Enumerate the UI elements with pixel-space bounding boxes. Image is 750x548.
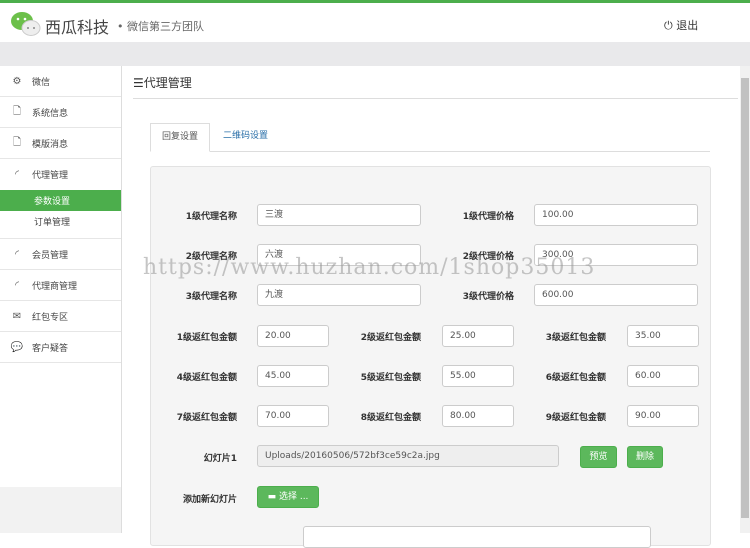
rss-icon: ◜ [15,248,19,260]
agent-price-input[interactable]: 100.00 [534,204,698,226]
tab-reply-settings[interactable]: 回复设置 [150,123,211,152]
divider [133,98,738,99]
choose-file-button[interactable]: ▬ 选择 ... [257,486,319,508]
agent-price-label: 1级代理价格 [462,212,514,222]
slide-label: 幻灯片1 [203,454,237,464]
sidebar-label: 微信 [32,77,51,88]
slide-path-input: Uploads/20160506/572bf3ce59c2a.jpg [257,445,559,467]
sidebar-item-agent-mgmt[interactable]: ◜ 代理管理 [0,159,121,190]
agent-name-label: 1级代理名称 [185,212,237,222]
wechat-logo-icon [11,12,41,36]
sidebar-label: 模版消息 [32,139,69,150]
agent-price-input[interactable]: 300.00 [534,244,698,266]
choose-label: 选择 ... [278,492,309,502]
file-icon: 🗋 [12,136,22,148]
gears-icon: ⚙ [12,75,22,87]
tab-qrcode-settings[interactable]: 二维码设置 [212,123,279,152]
sidebar-item-redpacket[interactable]: ✉ 红包专区 [0,301,121,332]
page-title-text: 代理管理 [143,76,192,90]
rebate-label: 5级返红包金额 [360,373,421,383]
sidebar-item-wechat[interactable]: ⚙ 微信 [0,66,121,97]
agent-price-label: 3级代理价格 [462,292,514,302]
sidebar-item-system-info[interactable]: 🗋 系统信息 [0,97,121,128]
rebate-label: 3级返红包金额 [545,333,606,343]
sidebar: ⚙ 微信 🗋 系统信息 🗋 模版消息 ◜ 代理管理 参数设置 订单管理 ◜ 会员管理 ◜ 代… [0,66,122,533]
toolbar-band [0,42,750,66]
envelope-icon: ✉ [12,310,22,322]
add-slide-label: 添加新幻灯片 [182,495,237,505]
sidebar-item-faq[interactable]: 💬 客户疑答 [0,332,121,363]
sidebar-item-template-msg[interactable]: 🗋 模版消息 [0,128,121,159]
sidebar-label: 代理商管理 [32,281,78,292]
logout-label: 退出 [676,19,699,32]
main-content: ☰代理管理 回复设置 二维码设置 1级代理名称 三渡 1级代理价格 100.00 2级代… [123,66,740,548]
file-icon: 🗋 [12,105,22,117]
sidebar-item-members[interactable]: ◜ 会员管理 [0,239,121,270]
rebate-label: 1级返红包金额 [176,333,237,343]
rebate-label: 2级返红包金额 [360,333,421,343]
rebate-input[interactable]: 90.00 [627,405,699,427]
agent-name-input[interactable]: 九渡 [257,284,421,306]
rebate-label: 6级返红包金额 [545,373,606,383]
scrollbar-thumb[interactable] [741,78,749,518]
agent-name-input[interactable]: 三渡 [257,204,421,226]
rss-icon: ◜ [15,169,19,180]
slogan: • 微信第三方团队 [117,20,204,33]
preview-button[interactable]: 预览 [580,446,617,468]
rebate-label: 7级返红包金额 [176,413,237,423]
agent-name-label: 2级代理名称 [185,252,237,262]
brand-name: 西瓜科技 [45,18,110,37]
sidebar-label: 红包专区 [32,312,69,323]
rebate-input[interactable]: 60.00 [627,365,699,387]
agent-name-input[interactable]: 六渡 [257,244,421,266]
sidebar-sub-orders[interactable]: 订单管理 [0,211,121,232]
power-icon: ⏻ [664,19,673,32]
rebate-label: 9级返红包金额 [545,413,606,423]
sidebar-label: 代理管理 [32,171,69,181]
settings-form: 1级代理名称 三渡 1级代理价格 100.00 2级代理名称 六渡 2级代理价格 300.00… [150,166,711,548]
folder-icon: ▬ [267,492,277,502]
rebate-input[interactable]: 35.00 [627,325,699,347]
logout-button[interactable]: ⏻ 退出 [664,17,698,33]
agent-price-input[interactable]: 600.00 [534,284,698,306]
sidebar-label: 系统信息 [32,108,69,119]
agent-price-label: 2级代理价格 [462,252,514,262]
page-title: ☰代理管理 [133,74,192,91]
comments-icon: 💬 [10,341,24,353]
delete-button[interactable]: 删除 [627,446,663,468]
list-icon: ☰ [133,76,144,90]
agent-name-label: 3级代理名称 [185,292,237,302]
tabs: 回复设置 二维码设置 [150,123,710,152]
rebate-label: 8级返红包金额 [360,413,421,423]
scrollbar[interactable] [740,66,750,533]
sidebar-item-agents[interactable]: ◜ 代理商管理 [0,270,121,301]
sidebar-label: 会员管理 [32,250,69,261]
rss-icon: ◜ [15,279,19,291]
header: 西瓜科技 • 微信第三方团队 ⏻ 退出 [0,3,750,42]
extra-input[interactable] [303,526,651,548]
rebate-label: 4级返红包金额 [176,373,237,383]
sidebar-label: 客户疑答 [32,343,69,354]
sidebar-sub-params[interactable]: 参数设置 [0,190,121,211]
